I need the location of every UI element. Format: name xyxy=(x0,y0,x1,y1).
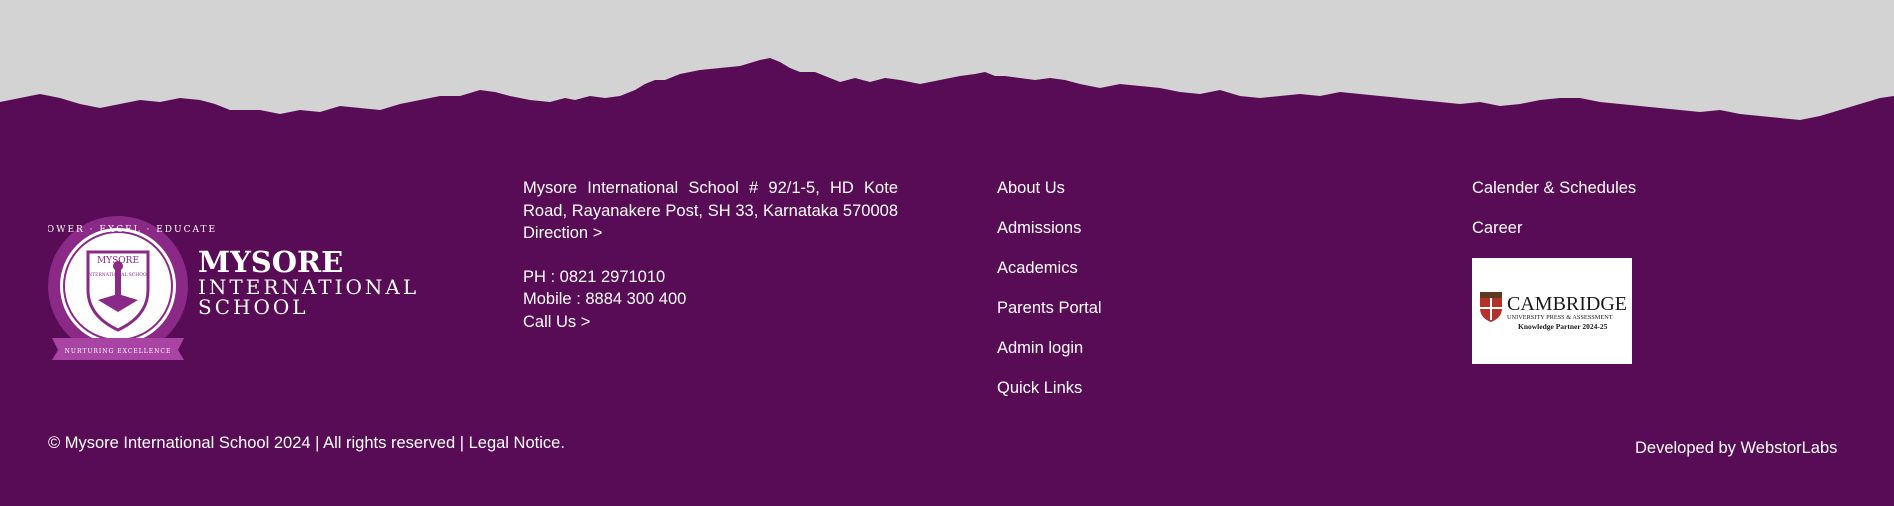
phone-number: PH : 0821 2971010 xyxy=(523,268,666,286)
cambridge-crest-icon: CAMBRIDGE UNIVERSITY PRESS & ASSESSMENT … xyxy=(1480,292,1627,331)
footer-link-about-us[interactable]: About Us xyxy=(997,177,1065,200)
footer-link-quick-links[interactable]: Quick Links xyxy=(997,377,1082,400)
footer-link-admin-login[interactable]: Admin login xyxy=(997,337,1083,360)
svg-text:EMPOWER · EXCEL · EDUCATE: EMPOWER · EXCEL · EDUCATE xyxy=(48,225,217,235)
footer-link-admissions[interactable]: Admissions xyxy=(997,217,1081,240)
copyright-text: © Mysore International School 2024 | All… xyxy=(48,434,565,452)
cambridge-tagline: Knowledge Partner 2024-25 xyxy=(1518,322,1608,331)
site-footer: EMPOWER · EXCEL · EDUCATE MYSORE INTERNA… xyxy=(0,0,1894,506)
school-address: Mysore International School # 92/1-5, HD… xyxy=(523,179,898,220)
cambridge-partner-badge[interactable]: CAMBRIDGE UNIVERSITY PRESS & ASSESSMENT … xyxy=(1472,258,1632,364)
svg-text:INTERNATIONAL SCHOOL: INTERNATIONAL SCHOOL xyxy=(86,272,149,278)
logo-name-line1: MYSORE xyxy=(198,245,343,279)
footer-link-career[interactable]: Career xyxy=(1472,217,1522,240)
footer-link-academics[interactable]: Academics xyxy=(997,257,1078,280)
footer-link-calendar-schedules[interactable]: Calender & Schedules xyxy=(1472,177,1636,200)
footer-link-parents-portal[interactable]: Parents Portal xyxy=(997,297,1102,320)
school-emblem-icon: EMPOWER · EXCEL · EDUCATE MYSORE INTERNA… xyxy=(19,216,416,360)
svg-text:NURTURING EXCELLENCE: NURTURING EXCELLENCE xyxy=(65,348,172,355)
school-logo[interactable]: EMPOWER · EXCEL · EDUCATE MYSORE INTERNA… xyxy=(19,216,428,364)
cambridge-name: CAMBRIDGE xyxy=(1507,293,1627,315)
direction-link[interactable]: Direction > xyxy=(523,222,602,245)
developer-credit-link[interactable]: Developed by WebstorLabs xyxy=(1635,437,1837,460)
mobile-number: Mobile : 8884 300 400 xyxy=(523,290,687,308)
call-us-link[interactable]: Call Us > xyxy=(523,311,590,334)
svg-text:MYSORE: MYSORE xyxy=(97,256,139,266)
cambridge-subtitle: UNIVERSITY PRESS & ASSESSMENT xyxy=(1507,314,1613,321)
logo-name-line3: SCHOOL xyxy=(198,295,309,319)
